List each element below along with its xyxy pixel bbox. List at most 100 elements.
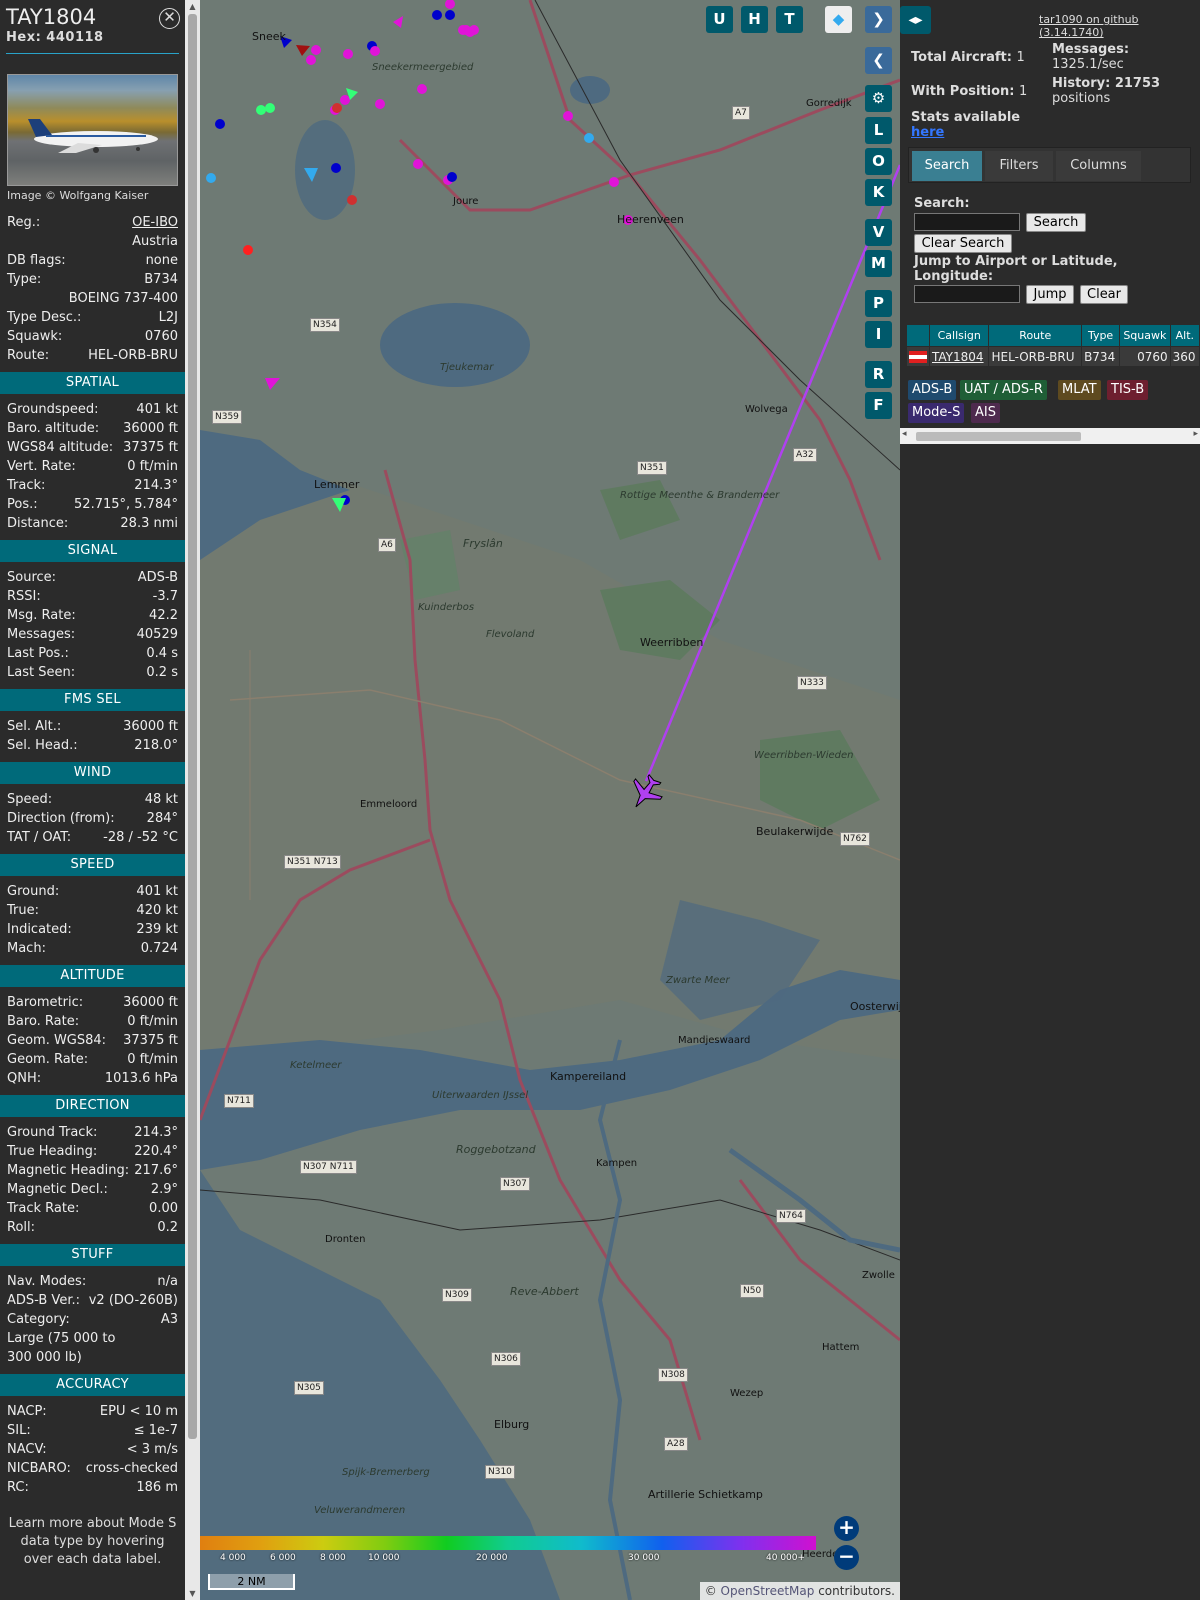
sidebar-scrollbar[interactable]: ▲ ▼ (185, 0, 200, 1600)
detail-label[interactable]: Track Rate: (7, 1199, 79, 1218)
map-button-f[interactable]: F (865, 392, 892, 419)
clear-search-button[interactable]: Clear Search (914, 234, 1012, 253)
detail-label[interactable]: QNH: (7, 1069, 41, 1088)
map-view[interactable]: U H T ◆ ❯ ❮ ⚙ L O K V M P I R F Sneek Sne… (200, 0, 900, 1600)
detail-value: 0.4 s (146, 646, 178, 661)
map-button-k[interactable]: K (865, 179, 892, 206)
detail-label[interactable]: Direction (from): (7, 809, 115, 828)
detail-label[interactable]: Category: (7, 1310, 70, 1329)
search-button[interactable]: Search (1026, 213, 1086, 232)
detail-label[interactable]: Sel. Alt.: (7, 717, 61, 736)
detail-label[interactable]: Barometric: (7, 993, 83, 1012)
map-button-m[interactable]: M (865, 250, 892, 277)
hscroll-thumb[interactable] (916, 432, 1081, 441)
toggle-panel-icon[interactable]: ◂▸ (900, 6, 931, 34)
place-label: Wezep (730, 1388, 764, 1399)
map-button-v[interactable]: V (865, 219, 892, 246)
map-button-t[interactable]: T (776, 6, 803, 33)
scroll-up-icon[interactable]: ▲ (185, 0, 200, 13)
detail-label[interactable]: Messages: (7, 625, 75, 644)
jump-button[interactable]: Jump (1026, 285, 1074, 304)
detail-label[interactable]: ADS-B Ver.: (7, 1291, 80, 1310)
detail-row: Direction (from): 284° (0, 809, 185, 828)
detail-label[interactable]: Nav. Modes: (7, 1272, 86, 1291)
detail-label[interactable]: Msg. Rate: (7, 606, 76, 625)
column-flag[interactable] (906, 324, 930, 347)
jump-input[interactable] (914, 285, 1020, 303)
detail-label[interactable]: Ground: (7, 882, 59, 901)
tab-filters[interactable]: Filters (985, 151, 1053, 181)
column-type[interactable]: Type (1081, 324, 1121, 347)
detail-label[interactable]: Geom. Rate: (7, 1050, 88, 1069)
detail-label[interactable]: Pos.: (7, 495, 38, 514)
map-button-h[interactable]: H (741, 6, 768, 33)
table-row[interactable]: TAY1804 HEL-ORB-BRU B734 0760 360 (906, 346, 1200, 367)
column-squawk[interactable]: Squawk (1119, 324, 1171, 347)
tab-columns[interactable]: Columns (1056, 151, 1141, 181)
detail-label[interactable]: Track: (7, 476, 45, 495)
osm-link[interactable]: OpenStreetMap (721, 1584, 815, 1598)
tab-search[interactable]: Search (912, 151, 982, 181)
detail-label[interactable]: Roll: (7, 1218, 35, 1237)
detail-label[interactable]: True: (7, 901, 39, 920)
table-hscrollbar[interactable]: ◂ ▸ (900, 428, 1200, 444)
expand-right-icon[interactable]: ❯ (865, 6, 892, 33)
detail-label[interactable]: RC: (7, 1478, 29, 1497)
aircraft-photo[interactable] (7, 74, 178, 186)
detail-value: 401 kt (136, 884, 178, 899)
close-icon[interactable]: ✕ (159, 8, 180, 29)
map-button-i[interactable]: I (865, 321, 892, 348)
place-label: Rottige Meenthe & Brandemeer (620, 490, 780, 501)
stats-link[interactable]: here (911, 125, 944, 140)
map-button-o[interactable]: O (865, 148, 892, 175)
settings-gear-icon[interactable]: ⚙ (865, 85, 892, 112)
detail-label[interactable]: Speed: (7, 790, 52, 809)
row-alt: 360 (1169, 346, 1200, 367)
detail-label[interactable]: WGS84 altitude: (7, 438, 113, 457)
detail-label[interactable]: Source: (7, 568, 56, 587)
detail-label[interactable]: NICBARO: (7, 1459, 71, 1478)
detail-label[interactable]: Vert. Rate: (7, 457, 76, 476)
layers-icon[interactable]: ◆ (825, 6, 852, 33)
row-callsign[interactable]: TAY1804 (928, 346, 990, 367)
search-input[interactable] (914, 213, 1020, 231)
detail-label[interactable]: Last Pos.: (7, 644, 69, 663)
registration-link[interactable]: OE-IBO (132, 213, 178, 232)
detail-label[interactable]: True Heading: (7, 1142, 97, 1161)
clear-button[interactable]: Clear (1080, 285, 1128, 304)
map-button-u[interactable]: U (706, 6, 733, 33)
place-label: Roggebotzand (456, 1143, 536, 1156)
detail-label[interactable]: NACV: (7, 1440, 47, 1459)
detail-label[interactable]: Baro. altitude: (7, 419, 99, 438)
detail-label[interactable]: TAT / OAT: (7, 828, 71, 847)
column-callsign[interactable]: Callsign (928, 324, 990, 347)
zoom-in-icon[interactable]: + (834, 1516, 859, 1541)
scroll-left-icon[interactable]: ◂ (902, 429, 907, 439)
detail-label[interactable]: NACP: (7, 1402, 47, 1421)
detail-label[interactable]: Large (75 000 to 300 000 lb) (7, 1329, 127, 1367)
map-button-l[interactable]: L (865, 117, 892, 144)
detail-label[interactable]: Geom. WGS84: (7, 1031, 106, 1050)
detail-label[interactable]: Last Seen: (7, 663, 75, 682)
detail-label[interactable]: Groundspeed: (7, 400, 98, 419)
column-alt[interactable]: Alt. (1169, 324, 1200, 347)
detail-label[interactable]: SIL: (7, 1421, 31, 1440)
detail-label[interactable]: Magnetic Decl.: (7, 1180, 108, 1199)
scrollbar-thumb[interactable] (188, 14, 197, 1439)
scroll-right-icon[interactable]: ▸ (1193, 429, 1198, 439)
detail-label[interactable]: Mach: (7, 939, 46, 958)
detail-label[interactable]: Magnetic Heading: (7, 1161, 129, 1180)
zoom-out-icon[interactable]: − (834, 1545, 859, 1570)
detail-label[interactable]: Ground Track: (7, 1123, 97, 1142)
github-link[interactable]: tar1090 on github (3.14.1740) (1039, 13, 1200, 39)
detail-label[interactable]: Distance: (7, 514, 68, 533)
detail-label[interactable]: RSSI: (7, 587, 41, 606)
column-route[interactable]: Route (988, 324, 1083, 347)
detail-label[interactable]: Sel. Head.: (7, 736, 78, 755)
map-button-r[interactable]: R (865, 361, 892, 388)
collapse-left-icon[interactable]: ❮ (865, 47, 892, 74)
detail-label[interactable]: Indicated: (7, 920, 72, 939)
scroll-down-icon[interactable]: ▼ (185, 1587, 200, 1600)
map-button-p[interactable]: P (865, 290, 892, 317)
detail-label[interactable]: Baro. Rate: (7, 1012, 79, 1031)
